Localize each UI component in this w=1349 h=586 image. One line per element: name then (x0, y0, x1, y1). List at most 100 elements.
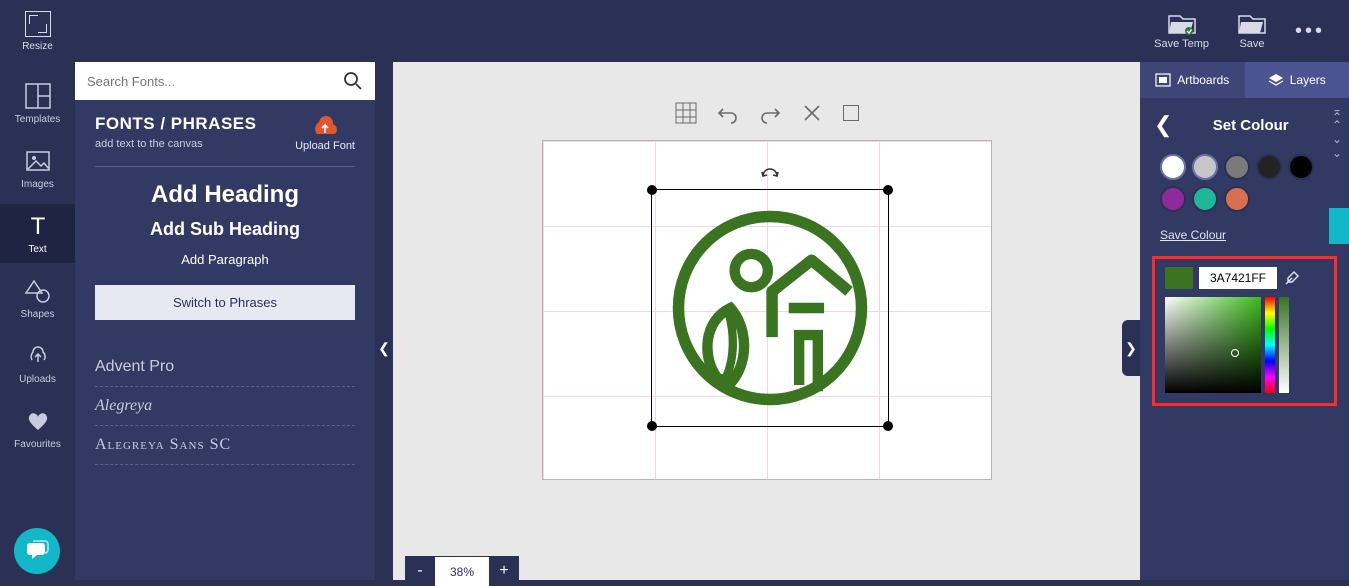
chat-icon (25, 539, 49, 563)
artboard-select-icon[interactable] (843, 105, 859, 121)
zoom-value: 38% (435, 556, 489, 586)
alpha-slider[interactable] (1279, 297, 1289, 393)
rail-uploads[interactable]: Uploads (0, 334, 75, 393)
swatch-teal[interactable] (1192, 186, 1218, 212)
search-input[interactable] (87, 74, 343, 89)
collapse-left-panel-button[interactable]: ❮ (375, 320, 393, 376)
fonts-subheading: add text to the canvas (95, 138, 256, 150)
colour-swatches (1140, 154, 1349, 212)
rail-text[interactable]: T Text (0, 204, 75, 263)
topbar: Resize Save Temp Save ••• (0, 0, 1349, 62)
font-list: Advent Pro Alegreya Alegreya Sans SC (95, 348, 355, 465)
zoom-in-button[interactable]: + (489, 556, 519, 586)
switch-to-phrases-button[interactable]: Switch to Phrases (95, 285, 355, 320)
eyedropper-icon[interactable] (1283, 269, 1301, 287)
current-colour-swatch (1165, 267, 1193, 289)
rail-uploads-label: Uploads (19, 374, 56, 385)
chat-button[interactable] (14, 528, 60, 574)
close-button[interactable] (801, 102, 823, 124)
font-item-advent-pro[interactable]: Advent Pro (95, 348, 355, 387)
back-button[interactable]: ❮ (1154, 112, 1172, 138)
accent-strip (1329, 208, 1349, 244)
save-temp-button[interactable]: Save Temp (1154, 13, 1209, 50)
cloud-upload-icon (307, 114, 343, 140)
topbar-right: Save Temp Save ••• (1154, 13, 1349, 50)
fonts-panel: FONTS / PHRASES add text to the canvas U… (75, 62, 375, 580)
hue-slider[interactable] (1265, 297, 1275, 393)
swatch-purple[interactable] (1160, 186, 1186, 212)
heart-icon (24, 407, 52, 435)
save-button[interactable]: Save (1237, 13, 1267, 50)
more-menu-button[interactable]: ••• (1295, 20, 1325, 43)
rail-templates[interactable]: Templates (0, 74, 75, 133)
search-icon[interactable] (343, 71, 363, 91)
grid-toggle-button[interactable] (675, 102, 697, 124)
rail-favourites[interactable]: Favourites (0, 399, 75, 458)
add-heading-button[interactable]: Add Heading (95, 181, 355, 209)
canvas-area[interactable]: - 38% + (393, 62, 1140, 580)
swatch-white[interactable] (1160, 154, 1186, 180)
add-subheading-button[interactable]: Add Sub Heading (95, 219, 355, 240)
save-colour-link[interactable]: Save Colour (1140, 212, 1349, 250)
undo-button[interactable] (717, 102, 739, 124)
expand-right-panel-button[interactable]: ❯ (1122, 320, 1140, 376)
fonts-panel-body: FONTS / PHRASES add text to the canvas U… (75, 100, 375, 580)
font-item-alegreya-sans-sc[interactable]: Alegreya Sans SC (95, 426, 355, 465)
upload-font-button[interactable]: Upload Font (295, 114, 355, 152)
redo-button[interactable] (759, 102, 781, 124)
tab-layers-label: Layers (1290, 73, 1326, 87)
text-icon: T (24, 212, 52, 240)
selection-box[interactable] (651, 189, 889, 427)
handle-bottom-left[interactable] (647, 421, 657, 431)
rail-images[interactable]: Images (0, 139, 75, 198)
images-icon (24, 147, 52, 175)
chevron-down-icon[interactable]: ⌄ (1332, 132, 1342, 146)
search-row (75, 62, 375, 100)
canvas-logo-shape[interactable] (666, 204, 874, 412)
tab-artboards-label: Artboards (1177, 73, 1229, 87)
right-panel: Artboards Layers ⌅ ⌃ ⌄ ⌄ ❮ Set Colour Sa… (1140, 62, 1349, 580)
chevron-bottom-icon[interactable]: ⌄ (1332, 146, 1342, 160)
zoom-out-button[interactable]: - (405, 556, 435, 586)
artboards-icon (1155, 73, 1171, 87)
handle-bottom-right[interactable] (883, 421, 893, 431)
artboard[interactable] (542, 140, 992, 480)
swatch-black[interactable] (1288, 154, 1314, 180)
rotate-handle[interactable] (759, 164, 781, 182)
rail-images-label: Images (21, 179, 54, 190)
folder-icon (1237, 13, 1267, 35)
handle-top-left[interactable] (647, 185, 657, 195)
resize-label: Resize (22, 41, 53, 52)
rail-shapes[interactable]: Shapes (0, 269, 75, 328)
rail-favourites-label: Favourites (14, 439, 61, 450)
rail-shapes-label: Shapes (21, 309, 55, 320)
saturation-value-picker[interactable] (1165, 297, 1261, 393)
font-item-alegreya[interactable]: Alegreya (95, 387, 355, 426)
panel-scroll-chevrons: ⌅ ⌃ ⌄ ⌄ (1327, 104, 1347, 160)
rail-templates-label: Templates (15, 114, 61, 125)
tab-layers[interactable]: Layers (1245, 62, 1349, 98)
tab-artboards[interactable]: Artboards (1140, 62, 1245, 98)
right-title: Set Colour (1186, 117, 1315, 134)
shapes-icon (24, 277, 52, 305)
add-paragraph-button[interactable]: Add Paragraph (95, 252, 355, 267)
hex-input[interactable] (1199, 267, 1277, 289)
swatch-orange[interactable] (1224, 186, 1250, 212)
colour-picker-box (1152, 256, 1337, 406)
svg-text:T: T (30, 213, 45, 240)
chevron-top-icon[interactable]: ⌅ (1332, 104, 1342, 118)
fonts-heading: FONTS / PHRASES (95, 114, 256, 134)
upload-font-label: Upload Font (295, 140, 355, 152)
handle-top-right[interactable] (883, 185, 893, 195)
folder-temp-icon (1167, 13, 1197, 35)
swatch-lightgrey[interactable] (1192, 154, 1218, 180)
swatch-darkgrey[interactable] (1256, 154, 1282, 180)
swatch-grey[interactable] (1224, 154, 1250, 180)
chevron-up-icon[interactable]: ⌃ (1332, 118, 1342, 132)
right-tabs: Artboards Layers (1140, 62, 1349, 98)
sv-cursor[interactable] (1231, 349, 1239, 357)
zoom-controls: - 38% + (405, 556, 519, 586)
left-rail: Templates Images T Text Shapes Uploads F… (0, 62, 75, 580)
rail-text-label: Text (28, 244, 46, 255)
resize-button[interactable]: Resize (0, 11, 75, 52)
